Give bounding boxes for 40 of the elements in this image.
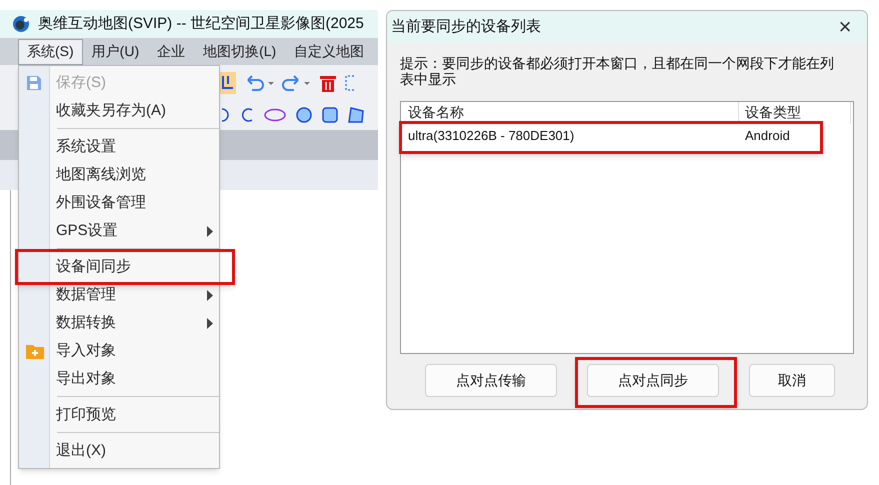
dashed-select-icon[interactable] [344,74,354,92]
menu-bar-item[interactable]: 自定义地图 [285,38,374,64]
menu-item[interactable]: 收藏夹另存为(A) [19,97,219,125]
globe-logo-icon [12,15,30,33]
folder-icon [26,343,44,359]
polygon-icon[interactable] [348,107,364,124]
trash-icon[interactable] [320,74,336,92]
node-edit-icon[interactable] [220,72,236,94]
menu-bar-item[interactable]: 企业 [148,38,194,64]
menu-item[interactable]: 导入对象 [19,337,219,365]
menu-bar-item[interactable]: 用户(U) [82,38,148,64]
menu-item[interactable]: 数据转换 [19,309,219,337]
dialog-button[interactable]: 取消 [749,364,835,397]
submenu-arrow-icon [207,290,213,300]
dialog-button[interactable]: 点对点传输 [425,364,557,397]
filled-square-icon[interactable] [322,107,338,124]
ellipse-icon[interactable] [264,108,286,122]
menu-item[interactable]: 外围设备管理 [19,189,219,217]
menu-item[interactable]: 设备间同步 [19,253,219,281]
submenu-arrow-icon [207,318,213,328]
close-button[interactable]: × [833,16,857,38]
menu-item[interactable]: 导出对象 [19,365,219,393]
device-type[interactable]: Android [739,126,790,146]
menu-item[interactable]: 数据管理 [19,281,219,309]
dialog-title: 当前要同步的设备列表 [391,16,542,37]
hint-text: 提示：要同步的设备都必须打开本窗口，且都在同一个网段下才能在列表中显示 [400,55,835,87]
arc-icon[interactable] [240,107,254,124]
menu-bar-item[interactable]: 地图切换(L) [194,38,286,64]
column-header[interactable]: 设备类型 [739,102,851,124]
menu-item[interactable]: GPS设置 [19,217,219,245]
menu-item[interactable]: 退出(X) [19,437,219,465]
dialog-button[interactable]: 点对点同步 [587,364,719,397]
submenu-arrow-icon [207,226,213,236]
window-title: 奥维互动地图(SVIP) -- 世纪空间卫星影像图(2025 [38,14,364,34]
device-name[interactable]: ultra(3310226B - 780DE301) [401,126,739,146]
column-header[interactable]: 设备名称 [401,102,739,124]
menu-item[interactable]: 打印预览 [19,401,219,429]
menu-bar-item[interactable]: 系统(S) [18,38,83,64]
filled-circle-icon[interactable] [296,107,312,124]
redo-icon[interactable] [282,74,312,92]
